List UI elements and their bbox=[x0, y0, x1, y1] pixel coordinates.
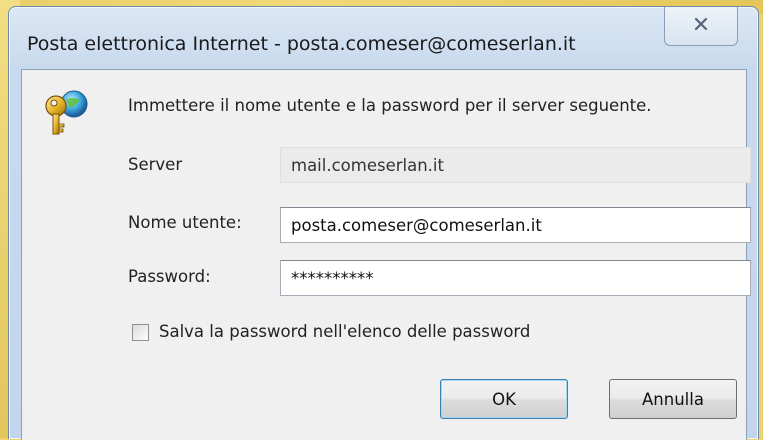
save-password-checkbox[interactable] bbox=[132, 324, 149, 341]
ok-button[interactable]: OK bbox=[440, 379, 568, 419]
server-label: Server bbox=[128, 155, 183, 174]
dialog-body: Immettere il nome utente e la password p… bbox=[21, 69, 751, 440]
close-button[interactable] bbox=[664, 7, 738, 46]
key-icon bbox=[42, 88, 92, 138]
cancel-label: Annulla bbox=[642, 389, 704, 409]
title-bar[interactable]: Posta elettronica Internet - posta.comes… bbox=[9, 7, 758, 69]
password-input[interactable]: ********** bbox=[280, 260, 751, 296]
password-label: Password: bbox=[128, 267, 211, 286]
save-password-label[interactable]: Salva la password nell'elenco delle pass… bbox=[159, 322, 530, 341]
login-dialog: Posta elettronica Internet - posta.comes… bbox=[8, 6, 759, 440]
cancel-button[interactable]: Annulla bbox=[609, 379, 737, 419]
ok-label: OK bbox=[492, 389, 516, 409]
close-icon bbox=[693, 16, 709, 37]
username-label: Nome utente: bbox=[128, 213, 242, 232]
password-value: ********** bbox=[291, 268, 374, 288]
username-input[interactable]: posta.comeser@comeserlan.it bbox=[280, 207, 751, 243]
dialog-title: Posta elettronica Internet - posta.comes… bbox=[27, 33, 576, 55]
server-value: mail.comeserlan.it bbox=[291, 155, 444, 175]
dialog-prompt: Immettere il nome utente e la password p… bbox=[128, 96, 652, 115]
server-field: mail.comeserlan.it bbox=[280, 147, 751, 183]
username-value: posta.comeser@comeserlan.it bbox=[291, 215, 542, 235]
